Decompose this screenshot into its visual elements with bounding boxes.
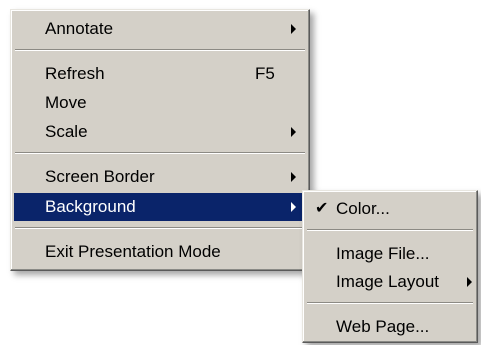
check-icon: ✔ xyxy=(315,200,329,217)
menu-separator xyxy=(15,152,305,154)
submenu-item-image-layout[interactable]: Image Layout xyxy=(306,268,474,296)
menu-item-label: Screen Border xyxy=(45,167,155,186)
menu-item-label: Web Page... xyxy=(336,317,430,336)
context-menu: Annotate Refresh F5 Move Scale Screen Bo… xyxy=(10,9,310,271)
menu-item-scale[interactable]: Scale xyxy=(14,118,306,146)
menu-item-screen-border[interactable]: Screen Border xyxy=(14,163,306,191)
menu-item-label: Scale xyxy=(45,122,88,141)
menu-separator xyxy=(15,49,305,51)
menu-item-label: Image Layout xyxy=(336,272,440,291)
menu-item-label: Move xyxy=(45,93,87,112)
menu-item-background[interactable]: Background xyxy=(14,193,306,221)
submenu-arrow-icon xyxy=(291,127,296,137)
menu-item-move[interactable]: Move xyxy=(14,89,306,117)
menu-item-exit-presentation-mode[interactable]: Exit Presentation Mode xyxy=(14,238,306,266)
submenu-item-image-file[interactable]: Image File... xyxy=(306,240,474,268)
menu-item-label: Color... xyxy=(336,199,390,218)
submenu-arrow-icon xyxy=(291,24,296,34)
submenu-arrow-icon xyxy=(291,202,296,212)
menu-item-shortcut: F5 xyxy=(255,64,275,83)
submenu-item-color[interactable]: ✔ Color... xyxy=(306,195,474,223)
background-submenu: ✔ Color... Image File... Image Layout We… xyxy=(302,190,478,343)
menu-item-label: Exit Presentation Mode xyxy=(45,242,221,261)
submenu-arrow-icon xyxy=(467,277,472,287)
menu-separator xyxy=(307,302,473,304)
menu-item-label: Image File... xyxy=(336,244,430,263)
menu-item-annotate[interactable]: Annotate xyxy=(14,15,306,43)
menu-item-label: Background xyxy=(45,197,136,216)
menu-item-label: Refresh xyxy=(45,64,105,83)
menu-item-refresh[interactable]: Refresh F5 xyxy=(14,60,306,88)
menu-item-label: Annotate xyxy=(45,19,114,38)
menu-separator xyxy=(307,229,473,231)
submenu-arrow-icon xyxy=(291,172,296,182)
submenu-item-web-page[interactable]: Web Page... xyxy=(306,313,474,341)
menu-separator xyxy=(15,227,305,229)
